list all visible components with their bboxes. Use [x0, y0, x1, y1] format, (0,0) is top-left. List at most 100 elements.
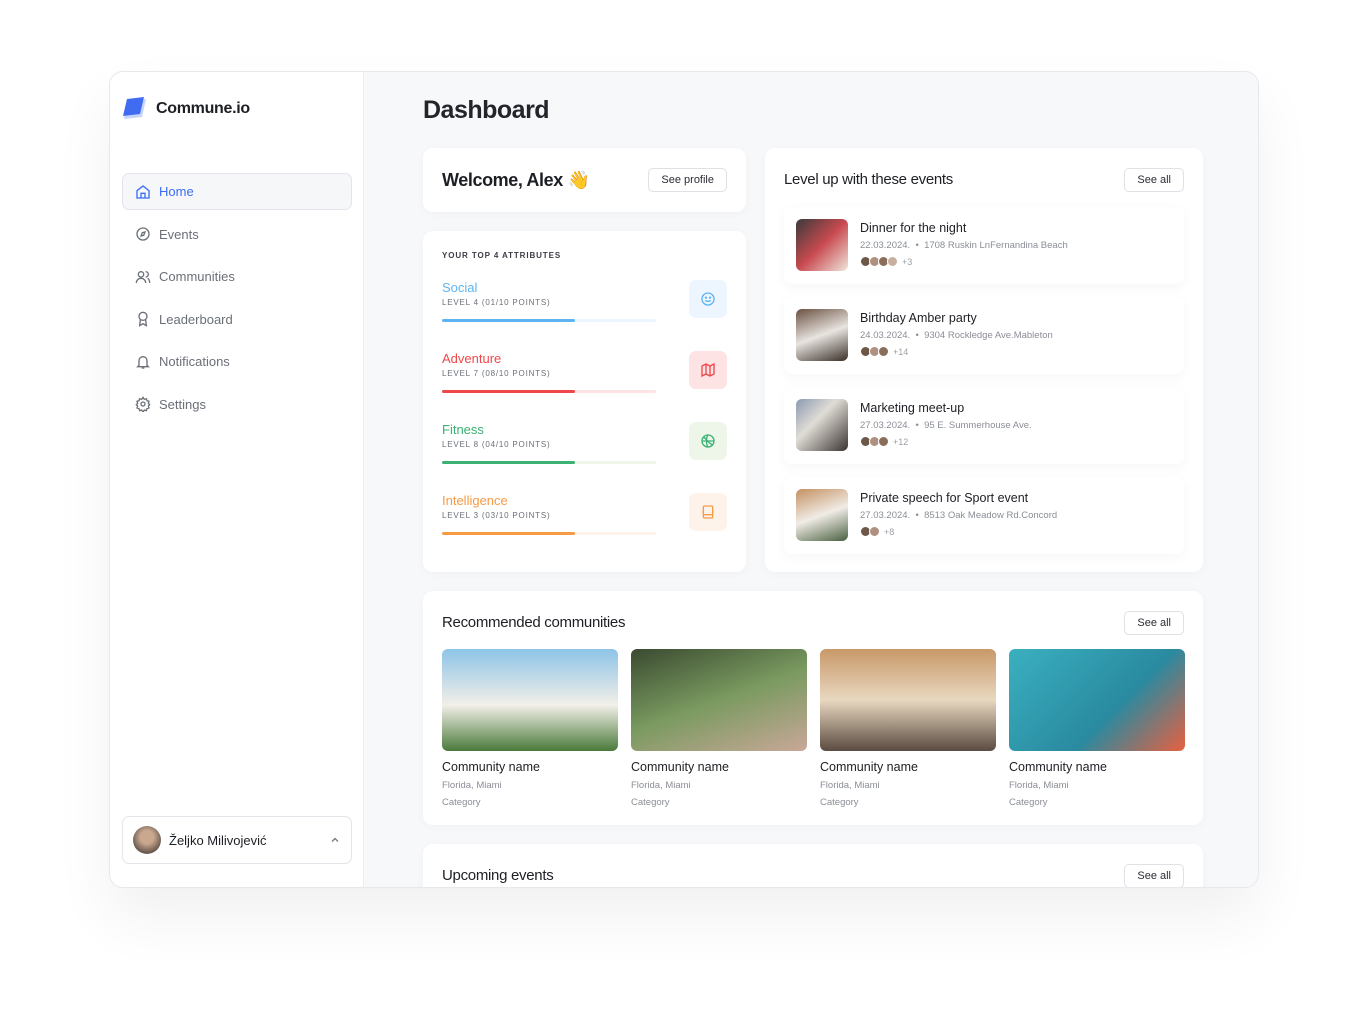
gear-icon: [135, 396, 151, 412]
sidebar-item-events[interactable]: Events: [122, 216, 352, 253]
community-image: [1009, 649, 1185, 751]
event-attendees: +8: [860, 526, 1057, 537]
community-image: [631, 649, 807, 751]
event-image: [796, 399, 848, 451]
community-card[interactable]: Community name Florida, Miami Category: [1009, 649, 1185, 808]
events-card: Level up with these events See all Dinne…: [765, 148, 1203, 572]
sidebar-item-communities[interactable]: Communities: [122, 258, 352, 295]
chevron-up-icon[interactable]: [329, 834, 341, 846]
sidebar-item-label: Settings: [159, 396, 206, 412]
attribute-level: LEVEL 8 (04/10 POINTS): [442, 440, 551, 449]
events-title: Level up with these events: [784, 171, 953, 188]
event-title: Marketing meet-up: [860, 401, 965, 415]
event-address: 1708 Ruskin LnFernandina Beach: [924, 240, 1068, 251]
event-date: 22.03.2024.: [860, 240, 911, 251]
compass-icon: [136, 227, 150, 241]
users-icon: [135, 270, 151, 283]
attribute-progress-fill: [442, 319, 575, 322]
wave-emoji: 👋: [567, 169, 590, 190]
event-item[interactable]: Private speech for Sport event 27.03.202…: [784, 477, 1184, 554]
attendee-avatar: [887, 256, 898, 267]
attribute-intelligence: Intelligence LEVEL 3 (03/10 POINTS): [442, 493, 727, 535]
community-name: Community name: [820, 760, 918, 774]
community-card[interactable]: Community name Florida, Miami Category: [820, 649, 996, 808]
events-see-all-button[interactable]: See all: [1124, 168, 1184, 192]
user-menu[interactable]: Željko Milivojević: [122, 816, 352, 864]
event-date: 27.03.2024.: [860, 420, 911, 431]
attribute-progress-bar: [442, 390, 656, 393]
communities-see-all-button[interactable]: See all: [1124, 611, 1184, 635]
user-name: Željko Milivojević: [169, 832, 267, 848]
community-category: Category: [820, 797, 859, 808]
sidebar-item-leaderboard[interactable]: Leaderboard: [122, 301, 352, 338]
event-date: 24.03.2024.: [860, 330, 911, 341]
attribute-fitness: Fitness LEVEL 8 (04/10 POINTS): [442, 422, 727, 464]
attributes-card: YOUR TOP 4 ATTRIBUTES Social LEVEL 4 (01…: [423, 231, 746, 572]
award-icon: [138, 311, 148, 327]
basketball-icon: [701, 434, 715, 448]
community-card[interactable]: Community name Florida, Miami Category: [631, 649, 807, 808]
book-icon: [702, 505, 714, 519]
sidebar-item-home[interactable]: Home: [122, 173, 352, 210]
attribute-name: Adventure: [442, 351, 502, 366]
community-name: Community name: [442, 760, 540, 774]
app-name: Commune.io: [156, 100, 250, 117]
attribute-name: Social: [442, 280, 478, 295]
event-attendees: +14: [860, 346, 1053, 357]
sidebar-item-notifications[interactable]: Notifications: [122, 343, 352, 380]
community-location: Florida, Miami: [631, 780, 691, 791]
sidebar-item-settings[interactable]: Settings: [122, 386, 352, 423]
attribute-progress-bar: [442, 532, 656, 535]
attribute-progress-fill: [442, 390, 575, 393]
event-title: Private speech for Sport event: [860, 491, 1029, 505]
logo-icon: [123, 97, 146, 119]
community-category: Category: [631, 797, 670, 808]
attribute-icon-box: [689, 422, 727, 460]
sidebar-item-label: Notifications: [159, 354, 230, 369]
event-address: 9304 Rockledge Ave.Mableton: [924, 330, 1053, 341]
attribute-icon-box: [689, 280, 727, 318]
see-profile-button[interactable]: See profile: [648, 168, 727, 192]
community-name: Community name: [631, 760, 729, 774]
attribute-level: LEVEL 3 (03/10 POINTS): [442, 511, 551, 520]
event-item[interactable]: Birthday Amber party 24.03.2024. • 9304 …: [784, 297, 1184, 374]
event-item[interactable]: Dinner for the night 22.03.2024. • 1708 …: [784, 207, 1184, 284]
attendee-avatar: [869, 526, 880, 537]
welcome-card: Welcome, Alex 👋 See profile: [423, 148, 746, 212]
bell-icon: [136, 355, 150, 369]
attribute-progress-bar: [442, 319, 656, 322]
app-window: Commune.io Home Events Communities Leade…: [109, 71, 1259, 888]
communities-card: Recommended communities See all Communit…: [423, 591, 1203, 825]
attendee-extra-count: +3: [902, 256, 913, 267]
logo[interactable]: Commune.io: [122, 97, 250, 121]
community-name: Community name: [1009, 760, 1107, 774]
attribute-icon-box: [689, 493, 727, 531]
event-attendees: +12: [860, 436, 1032, 447]
event-image: [796, 309, 848, 361]
attribute-name: Intelligence: [442, 493, 508, 508]
sidebar-item-label: Communities: [159, 269, 235, 284]
page-title: Dashboard: [423, 96, 550, 124]
community-image: [442, 649, 618, 751]
event-item[interactable]: Marketing meet-up 27.03.2024. • 95 E. Su…: [784, 387, 1184, 464]
attendee-avatar: [878, 436, 889, 447]
smile-icon: [701, 292, 715, 306]
avatar: [133, 826, 161, 854]
community-card[interactable]: Community name Florida, Miami Category: [442, 649, 618, 808]
attendee-extra-count: +14: [893, 346, 909, 357]
sidebar-item-label: Home: [159, 184, 194, 199]
attribute-progress-bar: [442, 461, 656, 464]
event-title: Birthday Amber party: [860, 311, 977, 325]
event-title: Dinner for the night: [860, 221, 967, 235]
home-icon: [136, 184, 150, 199]
event-image: [796, 489, 848, 541]
attendee-extra-count: +12: [893, 436, 909, 447]
attribute-level: LEVEL 7 (08/10 POINTS): [442, 369, 551, 378]
sidebar-item-label: Events: [159, 226, 199, 242]
event-date: 27.03.2024.: [860, 510, 911, 521]
upcoming-see-all-button[interactable]: See all: [1124, 864, 1184, 887]
attribute-progress-fill: [442, 532, 575, 535]
attribute-adventure: Adventure LEVEL 7 (08/10 POINTS): [442, 351, 727, 393]
attribute-level: LEVEL 4 (01/10 POINTS): [442, 298, 551, 307]
attribute-name: Fitness: [442, 422, 484, 437]
